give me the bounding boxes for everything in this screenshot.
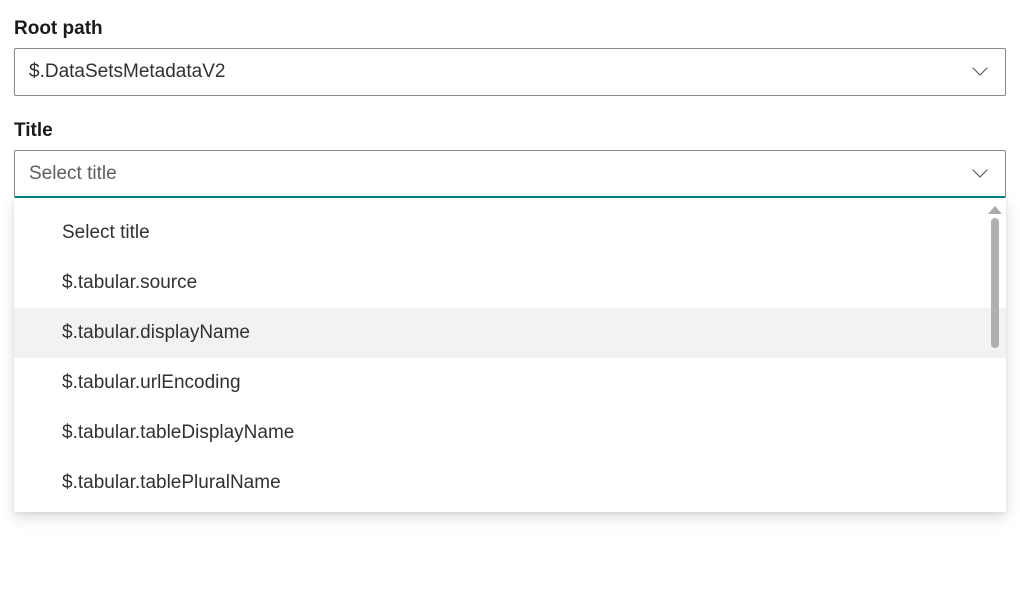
scroll-up-arrow-icon (988, 206, 1002, 214)
root-path-value: $.DataSetsMetadataV2 (29, 61, 969, 83)
title-placeholder: Select title (29, 163, 969, 185)
title-dropdown: Select title$.tabular.source$.tabular.di… (14, 198, 1006, 512)
title-option[interactable]: $.tabular.tablePluralName (14, 458, 1006, 508)
root-path-select[interactable]: $.DataSetsMetadataV2 (14, 48, 1006, 96)
root-path-field: Root path $.DataSetsMetadataV2 (14, 18, 1006, 96)
root-path-select-wrapper: $.DataSetsMetadataV2 (14, 48, 1006, 96)
title-select-wrapper: Select title Select title$.tabular.sourc… (14, 150, 1006, 198)
root-path-label: Root path (14, 18, 1006, 40)
title-select[interactable]: Select title (14, 150, 1006, 198)
title-option[interactable]: $.tabular.tableDisplayName (14, 408, 1006, 458)
chevron-down-icon (969, 61, 991, 83)
title-option[interactable]: Select title (14, 208, 1006, 258)
scrollbar[interactable] (988, 206, 1002, 504)
chevron-down-icon (969, 163, 991, 185)
title-label: Title (14, 120, 1006, 142)
scroll-thumb[interactable] (991, 218, 999, 348)
title-field: Title Select title Select title$.tabular… (14, 120, 1006, 198)
title-dropdown-scroll: Select title$.tabular.source$.tabular.di… (14, 208, 1006, 508)
title-option[interactable]: $.tabular.urlEncoding (14, 358, 1006, 408)
title-option[interactable]: $.tabular.source (14, 258, 1006, 308)
title-option[interactable]: $.tabular.displayName (14, 308, 1006, 358)
